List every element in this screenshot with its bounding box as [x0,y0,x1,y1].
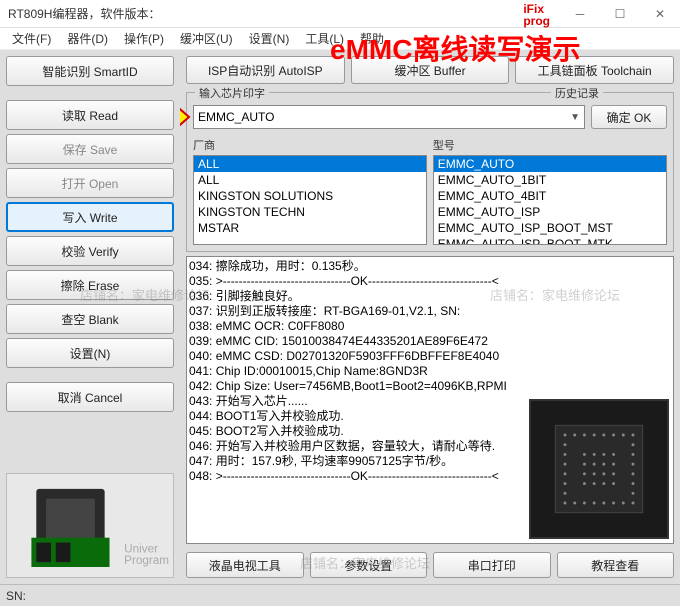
ok-button[interactable]: 确定 OK [591,105,667,129]
log-line: 035: >--------------------------------OK… [189,274,671,289]
menu-bar: 文件(F) 器件(D) 操作(P) 缓冲区(U) 设置(N) 工具(L) 帮助 [0,28,680,50]
close-button[interactable]: ✕ [640,0,680,28]
list-item[interactable]: EMMC_AUTO_4BIT [434,188,666,204]
list-item[interactable]: EMMC_AUTO_1BIT [434,172,666,188]
cancel-button[interactable]: 取消 Cancel [6,382,174,412]
chip-input-label: 输入芯片印字 [195,85,269,101]
smartid-button[interactable]: 智能识别 SmartID [6,56,174,86]
log-line: 039: eMMC CID: 15010038474E44335201AE89F… [189,334,671,349]
menu-settings[interactable]: 设置(N) [243,28,296,49]
erase-button[interactable]: 擦除 Erase [6,270,174,300]
write-button[interactable]: 写入 Write [6,202,174,232]
save-button[interactable]: 保存 Save [6,134,174,164]
window-controls: ─ ☐ ✕ [560,0,680,28]
verify-button[interactable]: 校验 Verify [6,236,174,266]
list-item[interactable]: EMMC_AUTO_ISP [434,204,666,220]
menu-operate[interactable]: 操作(P) [118,28,170,49]
chip-name-combo[interactable]: EMMC_AUTO ▼ [193,105,585,129]
log-line: 036: 引脚接触良好。 [189,289,671,304]
list-item[interactable]: KINGSTON SOLUTIONS [194,188,426,204]
list-item[interactable]: ALL [194,172,426,188]
toolchain-button[interactable]: 工具链面板 Toolchain [515,56,674,84]
list-item[interactable]: KINGSTON TECHN [194,204,426,220]
read-button[interactable]: 读取 Read [6,100,174,130]
vendor-list[interactable]: ALL ALL KINGSTON SOLUTIONS KINGSTON TECH… [193,155,427,245]
lcdtool-button[interactable]: 液晶电视工具 [186,552,304,578]
tutorial-button[interactable]: 教程查看 [557,552,675,578]
window-title: RT809H编程器，软件版本： [8,5,160,22]
log-line: 040: eMMC CSD: D02701320F5903FFF6DBFFEF8… [189,349,671,364]
list-item[interactable]: EMMC_AUTO_ISP_BOOT_MTK [434,236,666,245]
log-line: 042: Chip Size: User=7456MB,Boot1=Boot2=… [189,379,671,394]
minimize-button[interactable]: ─ [560,0,600,28]
log-line: 038: eMMC OCR: C0FF8080 [189,319,671,334]
log-output[interactable]: 034: 擦除成功，用时：0.135秒。 035: >-------------… [186,256,674,544]
menu-help[interactable]: 帮助 [354,28,390,49]
list-item[interactable]: MSTAR [194,220,426,236]
menu-file[interactable]: 文件(F) [6,28,57,49]
model-label: 型号 [433,135,667,155]
sn-label: SN: [6,589,26,603]
arrow-icon [180,103,191,131]
serial-button[interactable]: 串口打印 [433,552,551,578]
menu-buffer[interactable]: 缓冲区(U) [174,28,239,49]
chip-input-group: 输入芯片印字 历史记录 EMMC_AUTO ▼ 确定 OK 厂商 ALL ALL [186,92,674,252]
blank-button[interactable]: 查空 Blank [6,304,174,334]
model-list[interactable]: EMMC_AUTO EMMC_AUTO_1BIT EMMC_AUTO_4BIT … [433,155,667,245]
main-panel: ISP自动识别 AutoISP 缓冲区 Buffer 工具链面板 Toolcha… [180,50,680,584]
log-line: 034: 擦除成功，用时：0.135秒。 [189,259,671,274]
open-button[interactable]: 打开 Open [6,168,174,198]
emmc-chip-image [529,399,669,539]
buffer-button[interactable]: 缓冲区 Buffer [351,56,510,84]
vendor-label: 厂商 [193,135,427,155]
params-button[interactable]: 参数设置 [310,552,428,578]
history-label: 历史记录 [551,85,603,101]
chip-name-value: EMMC_AUTO [198,110,274,124]
sidebar: 智能识别 SmartID 读取 Read 保存 Save 打开 Open 写入 … [0,50,180,584]
menu-device[interactable]: 器件(D) [61,28,114,49]
title-bar: RT809H编程器，软件版本： iFixprog ─ ☐ ✕ [0,0,680,28]
log-line: 037: 识别到正版转接座：RT-BGA169-01,V2.1, SN: [189,304,671,319]
chevron-down-icon: ▼ [570,112,580,123]
menu-tools[interactable]: 工具(L) [299,28,350,49]
app-logo: iFixprog [523,3,550,27]
svg-text:Program: Program [124,554,169,567]
list-item[interactable]: EMMC_AUTO [434,156,666,172]
list-item[interactable]: EMMC_AUTO_ISP_BOOT_MST [434,220,666,236]
adapter-image: Univer Program [6,473,174,578]
log-line: 041: Chip ID:00010015,Chip Name:8GND3R [189,364,671,379]
status-bar: SN: [0,584,680,606]
autoisp-button[interactable]: ISP自动识别 AutoISP [186,56,345,84]
maximize-button[interactable]: ☐ [600,0,640,28]
list-item[interactable]: ALL [194,156,426,172]
settings-button[interactable]: 设置(N) [6,338,174,368]
